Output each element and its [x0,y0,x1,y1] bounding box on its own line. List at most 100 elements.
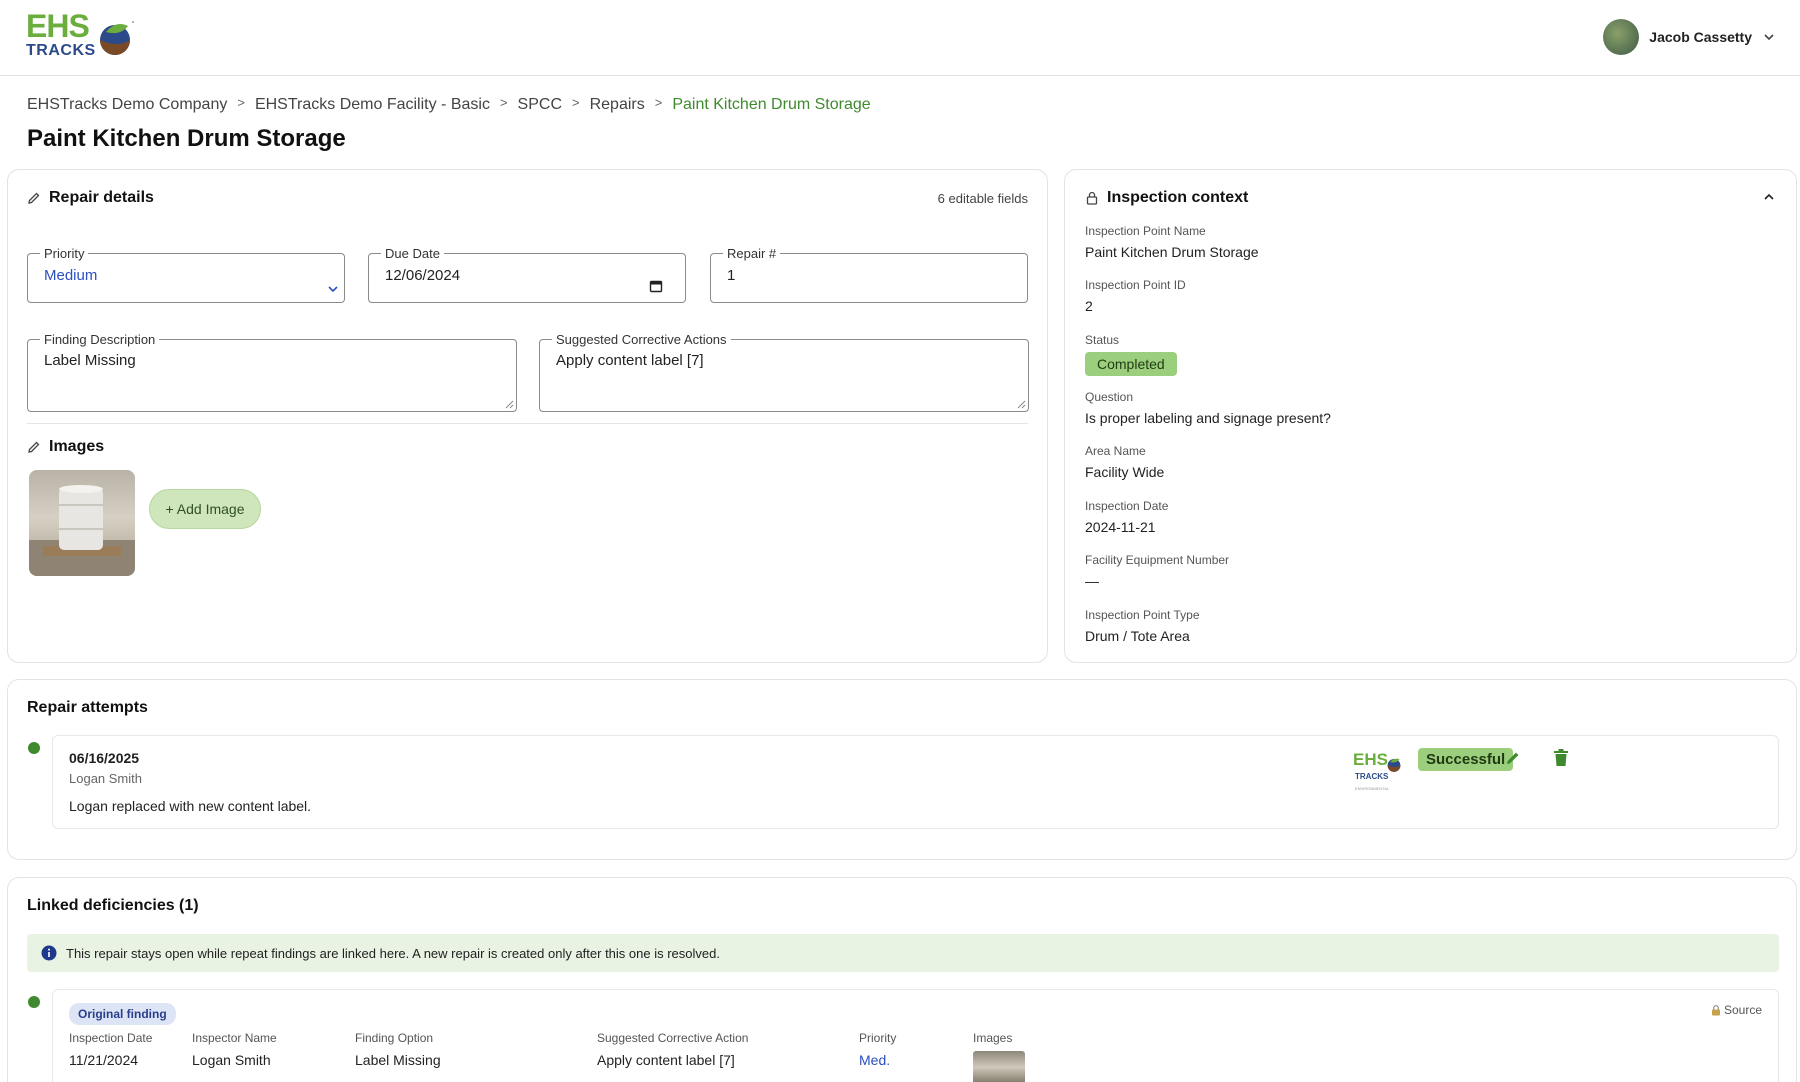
field-value: Facility Wide [1085,464,1165,480]
resize-handle-icon[interactable] [505,400,514,409]
due-date-label: Due Date [385,246,440,261]
chevron-down-icon [328,286,338,293]
info-banner: This repair stays open while repeat find… [27,934,1779,972]
repair-number-label: Repair # [727,246,777,261]
status-badge: Completed [1085,352,1177,376]
trash-icon[interactable] [1553,749,1569,767]
logo-tracks-text: TRACKS [26,42,96,59]
kv-inspection-point-id: Inspection Point ID 2 [1085,278,1186,314]
field-label: Status [1085,333,1120,347]
resize-handle-icon[interactable] [1017,400,1026,409]
breadcrumb-repairs[interactable]: Repairs [590,96,645,114]
mini-logo-sub: ENVIRONMENTAL [1355,786,1390,791]
column-label: Suggested Corrective Action [597,1031,749,1045]
kv-inspection-date: Inspection Date 2024-11-21 [1085,499,1168,535]
kv-inspection-point-type: Inspection Point Type Drum / Tote Area [1085,608,1200,644]
column-value: Label Missing [355,1052,441,1068]
finding-image-thumbnail[interactable] [973,1051,1025,1082]
col-priority: Priority Med. [859,1031,896,1068]
timeline-dot [28,742,40,754]
breadcrumb-program[interactable]: SPCC [518,96,562,114]
breadcrumb-separator: > [654,94,663,110]
field-label: Facility Equipment Number [1085,553,1230,567]
mini-logo-ehs: EHS [1353,750,1388,769]
column-label: Images [973,1031,1013,1045]
edit-pencil-icon[interactable] [1505,750,1521,766]
column-value: Med. [859,1052,891,1068]
field-value: Is proper labeling and signage present? [1085,410,1331,426]
column-label: Priority [859,1031,897,1045]
top-bar: EHS TRACKS Jacob Cassetty [0,0,1800,76]
finding-description-value: Label Missing [44,352,136,369]
col-suggested-action: Suggested Corrective Action Apply conten… [597,1031,748,1068]
field-value: 2 [1085,298,1093,314]
field-value: Drum / Tote Area [1085,628,1190,644]
timeline-dot [28,996,40,1008]
linked-finding-item: Original finding Source Inspection Date … [52,989,1779,1082]
col-inspection-date: Inspection Date 11/21/2024 [69,1031,152,1068]
breadcrumb-separator: > [237,94,245,110]
column-label: Inspector Name [192,1031,277,1045]
field-value: Paint Kitchen Drum Storage [1085,244,1259,260]
section-divider [27,423,1028,424]
priority-label: Priority [44,246,85,261]
field-value: — [1085,573,1099,589]
column-value: Apply content label [7] [597,1052,735,1068]
ehstracks-logo[interactable]: EHS TRACKS [26,8,144,66]
column-value: 11/21/2024 [69,1052,139,1068]
field-label: Inspection Point Name [1085,224,1206,238]
source-link[interactable]: Source [1711,1003,1762,1017]
field-label: Inspection Point ID [1085,278,1186,292]
field-label: Inspection Date [1085,499,1169,513]
kv-facility-equipment-number: Facility Equipment Number — [1085,553,1229,589]
column-value: Logan Smith [192,1052,271,1068]
field-label: Area Name [1085,444,1146,458]
finding-description-label: Finding Description [44,332,156,347]
logo-globe-icon [1387,758,1401,772]
due-date-input[interactable]: Due Date 12/06/2024 [368,246,686,303]
finding-description-textarea[interactable]: Finding Description Label Missing [27,332,517,412]
lock-icon [1711,1004,1720,1015]
add-image-button[interactable]: + Add Image [149,489,261,529]
kv-question: Question Is proper labeling and signage … [1085,390,1331,426]
col-images: Images [973,1031,1025,1082]
linked-deficiencies-title: Linked deficiencies (1) [27,897,199,914]
avatar [1603,19,1640,55]
attempt-note: Logan replaced with new content label. [69,798,312,814]
suggested-actions-label: Suggested Corrective Actions [556,332,727,347]
repair-details-header: Repair details [27,189,154,207]
repair-image-thumbnail[interactable] [29,470,135,576]
kv-area-name: Area Name Facility Wide [1085,444,1164,480]
chevron-up-icon[interactable] [1762,190,1776,204]
repair-number-input[interactable]: Repair # 1 [710,246,1028,303]
pencil-icon [28,192,40,204]
breadcrumb: EHSTracks Demo Company > EHSTracks Demo … [27,94,871,114]
repair-attempts-title: Repair attempts [27,699,148,716]
drum-photo-image [29,485,135,576]
field-label: Question [1085,390,1134,404]
breadcrumb-company[interactable]: EHSTracks Demo Company [27,96,227,114]
col-inspector-name: Inspector Name Logan Smith [192,1031,277,1068]
repair-attempts-card: Repair attempts 06/16/2025 Logan Smith L… [7,679,1797,860]
suggested-actions-textarea[interactable]: Suggested Corrective Actions Apply conte… [539,332,1029,412]
images-title: Images [49,438,105,455]
repair-details-title: Repair details [49,189,154,206]
calendar-icon[interactable] [649,279,663,293]
inspection-context-title: Inspection context [1107,189,1249,206]
linked-deficiencies-card: Linked deficiencies (1) This repair stay… [7,877,1797,1082]
user-menu[interactable]: Jacob Cassetty [1603,18,1776,56]
breadcrumb-separator: > [499,94,508,110]
priority-value: Medium [44,267,98,284]
kv-status: Status Completed [1085,333,1177,376]
breadcrumb-facility[interactable]: EHSTracks Demo Facility - Basic [255,96,490,114]
images-header: Images [27,438,104,456]
field-value: 2024-11-21 [1085,519,1156,535]
due-date-value: 12/06/2024 [385,267,461,284]
original-finding-badge: Original finding [69,1003,176,1025]
priority-select[interactable]: Priority Medium [27,246,345,303]
column-label: Inspection Date [69,1031,153,1045]
kv-inspection-point-name: Inspection Point Name Paint Kitchen Drum… [1085,224,1259,260]
pencil-icon [28,441,40,453]
inspection-context-card: Inspection context Inspection Point Name… [1064,169,1797,663]
user-name: Jacob Cassetty [1649,29,1752,45]
